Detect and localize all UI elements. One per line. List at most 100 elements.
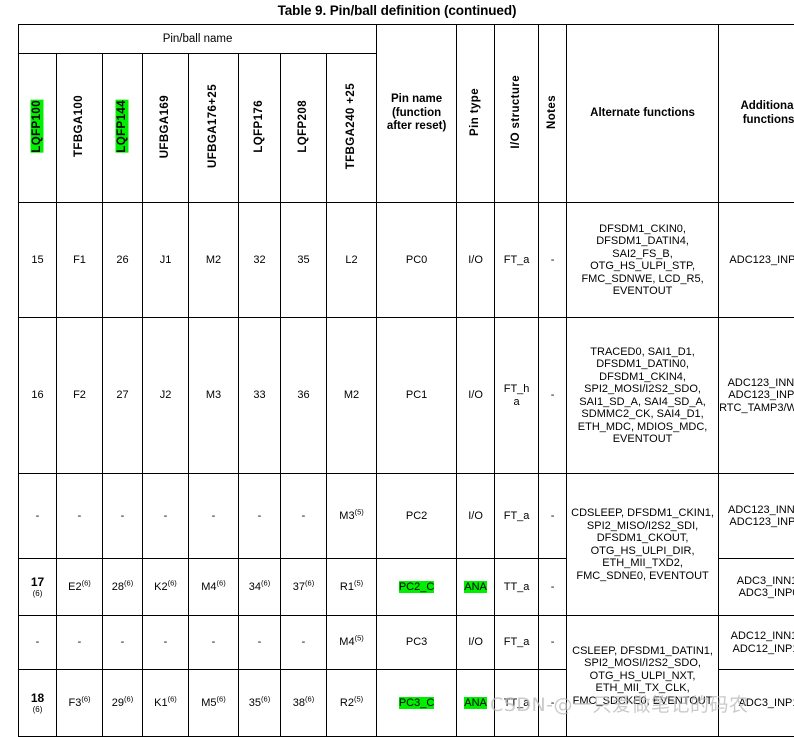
table-row: -------M4(5)PC3I/OFT_a-CSLEEP, DFSDM1_DA… bbox=[19, 616, 794, 670]
pin-type-value: I/O bbox=[468, 254, 483, 266]
cell-alternate-functions: CSLEEP, DFSDM1_DATIN1, SPI2_MOSI/I2S2_SD… bbox=[567, 616, 719, 737]
cell-pin-name: PC0 bbox=[377, 203, 457, 318]
cell-io-structure: FT_a bbox=[495, 616, 539, 670]
cell-lqfp176: 32 bbox=[239, 203, 281, 318]
cell-lqfp208: - bbox=[281, 616, 327, 670]
pin-type-value: I/O bbox=[468, 636, 483, 648]
header-package-lqfp144: LQFP144 bbox=[103, 54, 143, 203]
cell-additional-functions: ADC3_INN1, ADC3_INP0 bbox=[719, 559, 794, 616]
cell-lqfp144: - bbox=[103, 474, 143, 559]
cell-tfbga100: - bbox=[57, 616, 103, 670]
cell-ufbga176_25: M5(6) bbox=[189, 670, 239, 737]
cell-lqfp100: - bbox=[19, 616, 57, 670]
cell-pin-name: PC1 bbox=[377, 318, 457, 474]
pin-type-value: ANA bbox=[464, 581, 487, 593]
cell-lqfp176: 34(6) bbox=[239, 559, 281, 616]
cell-lqfp176: - bbox=[239, 616, 281, 670]
cell-lqfp144: 28(6) bbox=[103, 559, 143, 616]
header-package-ufbga169: UFBGA169 bbox=[143, 54, 189, 203]
cell-tfbga240_25: M4(5) bbox=[327, 616, 377, 670]
header-package-label: UFBGA176+25 bbox=[207, 84, 220, 168]
pin-name-value: PC1 bbox=[406, 389, 427, 401]
header-notes-label: Notes bbox=[546, 95, 559, 129]
cell-pin-name: PC3_C bbox=[377, 670, 457, 737]
header-pin-type: Pin type bbox=[457, 25, 495, 203]
cell-notes: - bbox=[539, 616, 567, 670]
cell-ufbga169: K1(6) bbox=[143, 670, 189, 737]
cell-additional-functions: ADC123_INN11, ADC123_INP12 bbox=[719, 474, 794, 559]
cell-ufbga169: - bbox=[143, 474, 189, 559]
cell-lqfp208: 37(6) bbox=[281, 559, 327, 616]
cell-ufbga176_25: - bbox=[189, 616, 239, 670]
cell-lqfp208: 36 bbox=[281, 318, 327, 474]
cell-ufbga176_25: M2 bbox=[189, 203, 239, 318]
table-header: Pin/ball name Pin name (function after r… bbox=[19, 25, 794, 203]
cell-io-structure: FT_a bbox=[495, 474, 539, 559]
cell-tfbga100: F2 bbox=[57, 318, 103, 474]
header-pin-ball-name-group: Pin/ball name bbox=[19, 25, 377, 54]
cell-pin-name: PC3 bbox=[377, 616, 457, 670]
cell-lqfp100: 16 bbox=[19, 318, 57, 474]
pin-ball-definition-table: Pin/ball name Pin name (function after r… bbox=[18, 24, 794, 737]
cell-tfbga240_25: M3(5) bbox=[327, 474, 377, 559]
cell-lqfp144: - bbox=[103, 616, 143, 670]
header-package-label: UFBGA169 bbox=[159, 95, 172, 158]
header-package-lqfp208: LQFP208 bbox=[281, 54, 327, 203]
header-package-ufbga176+25: UFBGA176+25 bbox=[189, 54, 239, 203]
pin-name-value: PC3_C bbox=[399, 697, 434, 709]
cell-lqfp144: 26 bbox=[103, 203, 143, 318]
page-title: Table 9. Pin/ball definition (continued) bbox=[0, 0, 794, 21]
table-row: 15F126J1M23235L2PC0I/OFT_a-DFSDM1_CKIN0,… bbox=[19, 203, 794, 318]
cell-lqfp100: 17(6) bbox=[19, 559, 57, 616]
header-alternate-functions: Alternate functions bbox=[567, 25, 719, 203]
cell-io-structure: FT_ha bbox=[495, 318, 539, 474]
cell-pin-type: I/O bbox=[457, 318, 495, 474]
cell-lqfp176: - bbox=[239, 474, 281, 559]
header-additional-functions: Additional functions bbox=[719, 25, 794, 203]
cell-tfbga100: - bbox=[57, 474, 103, 559]
cell-tfbga240_25: L2 bbox=[327, 203, 377, 318]
pin-ball-definition-table-container: Pin/ball name Pin name (function after r… bbox=[18, 24, 778, 737]
header-package-lqfp100: LQFP100 bbox=[19, 54, 57, 203]
table-row: -------M3(5)PC2I/OFT_a-CDSLEEP, DFSDM1_C… bbox=[19, 474, 794, 559]
cell-tfbga100: F1 bbox=[57, 203, 103, 318]
cell-notes: - bbox=[539, 203, 567, 318]
cell-tfbga100: F3(6) bbox=[57, 670, 103, 737]
header-package-label: LQFP208 bbox=[297, 100, 310, 153]
cell-alternate-functions: TRACED0, SAI1_D1, DFSDM1_DATIN0, DFSDM1_… bbox=[567, 318, 719, 474]
header-notes: Notes bbox=[539, 25, 567, 203]
cell-ufbga169: - bbox=[143, 616, 189, 670]
cell-io-structure: TT_a bbox=[495, 670, 539, 737]
cell-additional-functions: ADC12_INN12, ADC12_INP13 bbox=[719, 616, 794, 670]
cell-lqfp100: 15 bbox=[19, 203, 57, 318]
pin-type-value: I/O bbox=[468, 510, 483, 522]
cell-lqfp144: 27 bbox=[103, 318, 143, 474]
header-pin-type-label: Pin type bbox=[469, 88, 482, 136]
header-additional-functions-label: Additional functions bbox=[719, 100, 794, 127]
cell-notes: - bbox=[539, 474, 567, 559]
cell-lqfp176: 35(6) bbox=[239, 670, 281, 737]
cell-notes: - bbox=[539, 559, 567, 616]
cell-pin-name: PC2_C bbox=[377, 559, 457, 616]
pin-name-value: PC3 bbox=[406, 636, 427, 648]
cell-lqfp208: 35 bbox=[281, 203, 327, 318]
cell-lqfp100: 18(6) bbox=[19, 670, 57, 737]
cell-notes: - bbox=[539, 670, 567, 737]
cell-pin-type: I/O bbox=[457, 616, 495, 670]
cell-ufbga176_25: M3 bbox=[189, 318, 239, 474]
cell-additional-functions: ADC123_INN10, ADC123_INP11, RTC_TAMP3/WK… bbox=[719, 318, 794, 474]
header-package-label: LQFP100 bbox=[31, 100, 44, 153]
pin-name-value: PC2 bbox=[406, 510, 427, 522]
cell-ufbga169: J2 bbox=[143, 318, 189, 474]
cell-pin-name: PC2 bbox=[377, 474, 457, 559]
header-package-tfbga100: TFBGA100 bbox=[57, 54, 103, 203]
header-package-label: LQFP144 bbox=[116, 100, 129, 153]
cell-pin-type: I/O bbox=[457, 474, 495, 559]
cell-pin-type: ANA bbox=[457, 559, 495, 616]
cell-lqfp208: 38(6) bbox=[281, 670, 327, 737]
pin-name-value: PC0 bbox=[406, 254, 427, 266]
cell-tfbga240_25: R1(5) bbox=[327, 559, 377, 616]
cell-tfbga240_25: R2(5) bbox=[327, 670, 377, 737]
header-package-lqfp176: LQFP176 bbox=[239, 54, 281, 203]
cell-pin-type: I/O bbox=[457, 203, 495, 318]
